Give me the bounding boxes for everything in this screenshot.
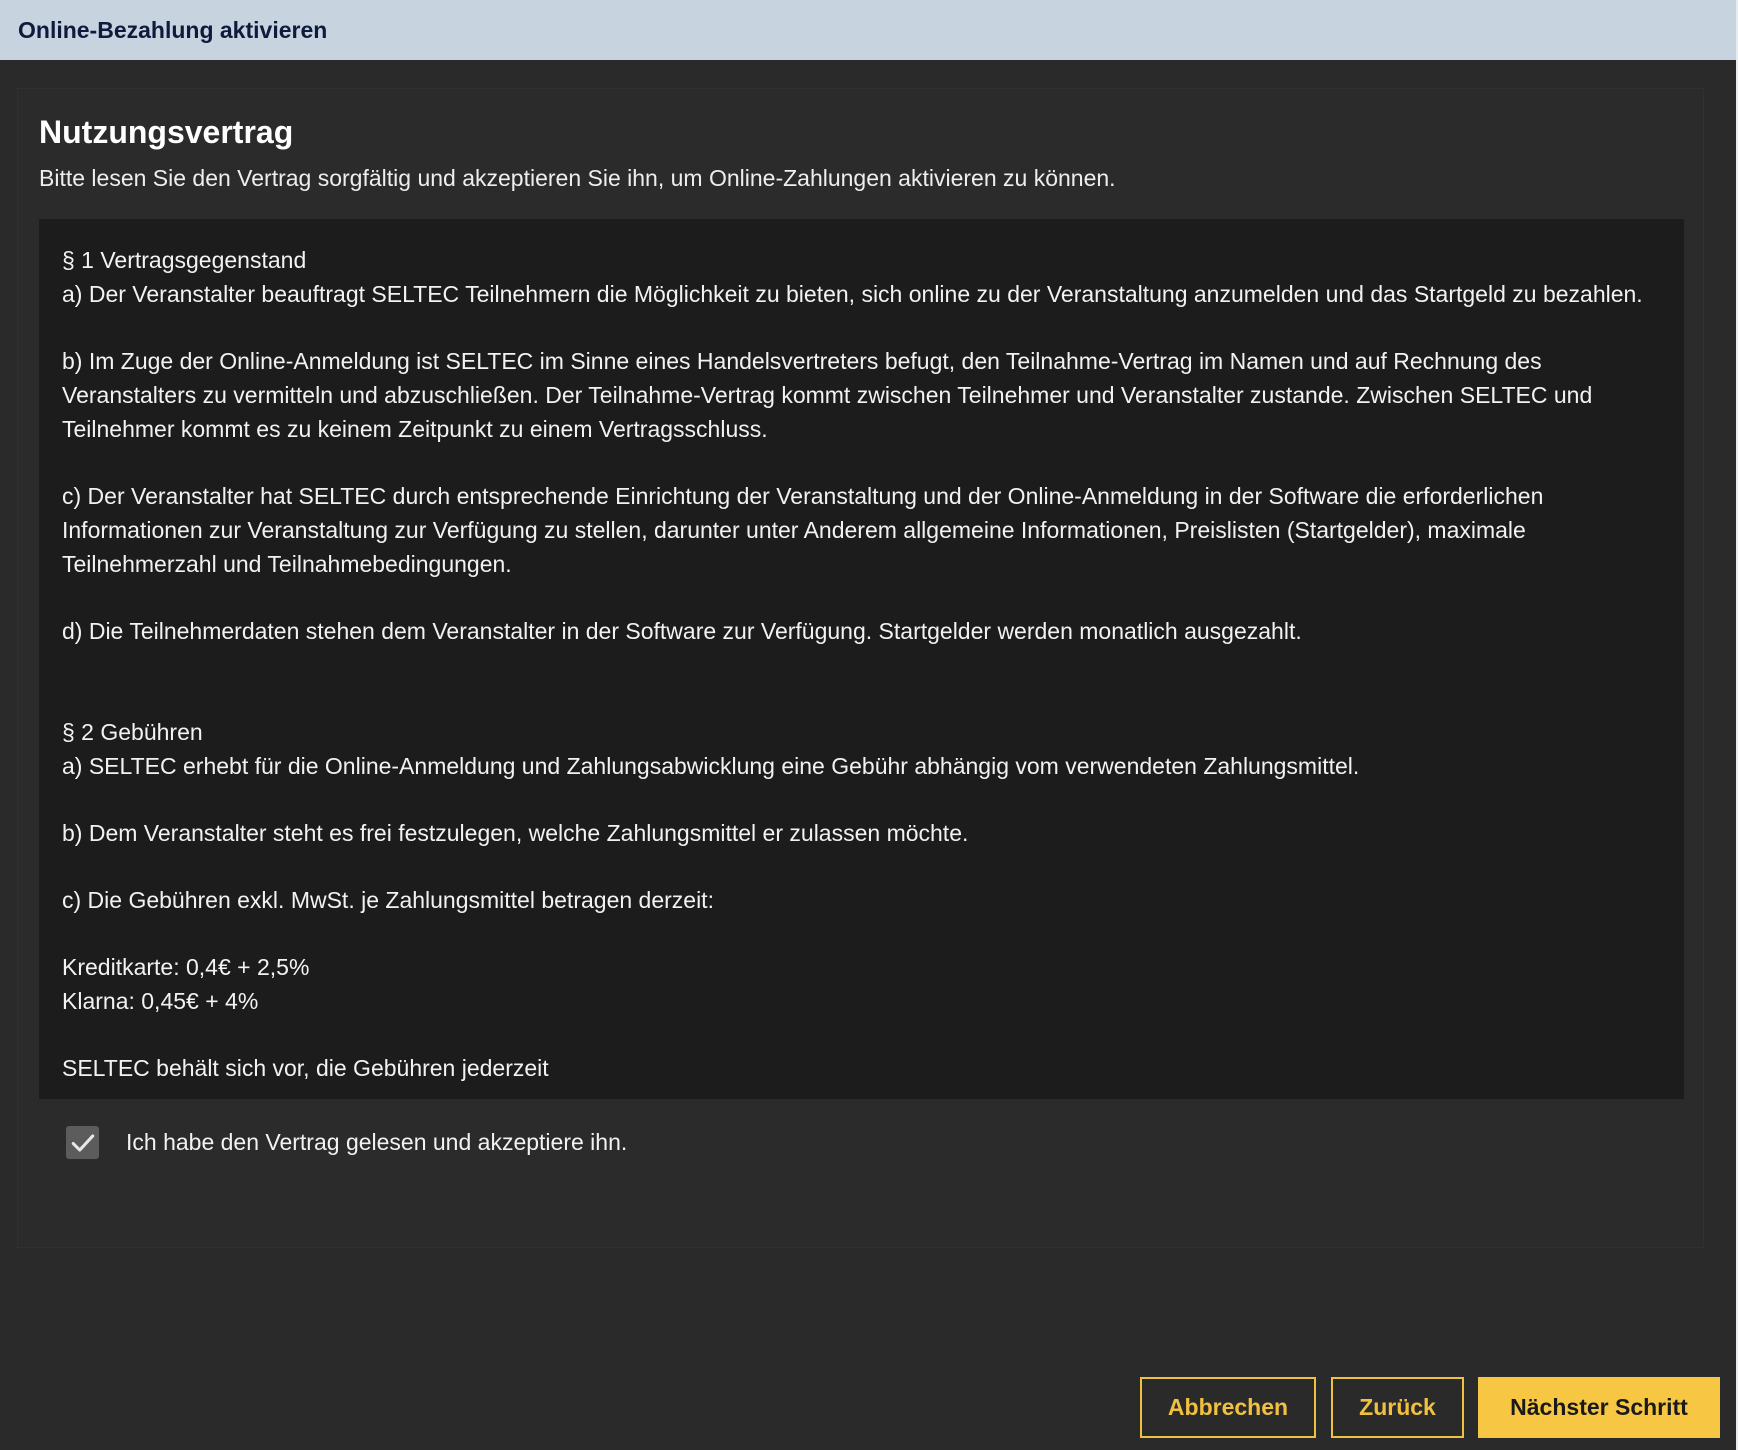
dialog-title: Online-Bezahlung aktivieren [18, 16, 328, 43]
accept-contract-row[interactable]: Ich habe den Vertrag gelesen und akzepti… [66, 1126, 627, 1159]
fee-credit-card: Kreditkarte: 0,4€ + 2,5% [62, 954, 310, 980]
section-2-b: b) Dem Veranstalter steht es frei festzu… [62, 820, 969, 846]
cancel-button[interactable]: Abbrechen [1140, 1377, 1316, 1438]
accept-contract-label[interactable]: Ich habe den Vertrag gelesen und akzepti… [126, 1129, 627, 1156]
dialog-titlebar: Online-Bezahlung aktivieren [0, 0, 1736, 60]
section-1-d: d) Die Teilnehmerdaten stehen dem Verans… [62, 618, 1302, 644]
checkmark-icon [71, 1133, 94, 1152]
section-1-a: a) Der Veranstalter beauftragt SELTEC Te… [62, 281, 1643, 307]
section-2-c: c) Die Gebühren exkl. MwSt. je Zahlungsm… [62, 887, 714, 913]
accept-contract-checkbox[interactable] [66, 1126, 99, 1159]
section-2-title: § 2 Gebühren [62, 719, 203, 745]
contract-heading: Nutzungsvertrag [39, 114, 294, 150]
section-1-b: b) Im Zuge der Online-Anmeldung ist SELT… [62, 348, 1593, 442]
section-1-c: c) Der Veranstalter hat SELTEC durch ent… [62, 483, 1544, 577]
contract-subtitle: Bitte lesen Sie den Vertrag sorgfältig u… [39, 165, 1116, 191]
back-button[interactable]: Zurück [1331, 1377, 1464, 1438]
fee-klarna: Klarna: 0,45€ + 4% [62, 988, 259, 1014]
section-2-a: a) SELTEC erhebt für die Online-Anmeldun… [62, 753, 1360, 779]
next-step-button[interactable]: Nächster Schritt [1478, 1377, 1720, 1438]
section-2-cut-off-line: SELTEC behält sich vor, die Gebühren jed… [62, 1055, 549, 1081]
section-1-title: § 1 Vertragsgegenstand [62, 247, 307, 273]
contract-text-scroll-area[interactable]: § 1 Vertragsgegenstand a) Der Veranstalt… [39, 219, 1684, 1099]
